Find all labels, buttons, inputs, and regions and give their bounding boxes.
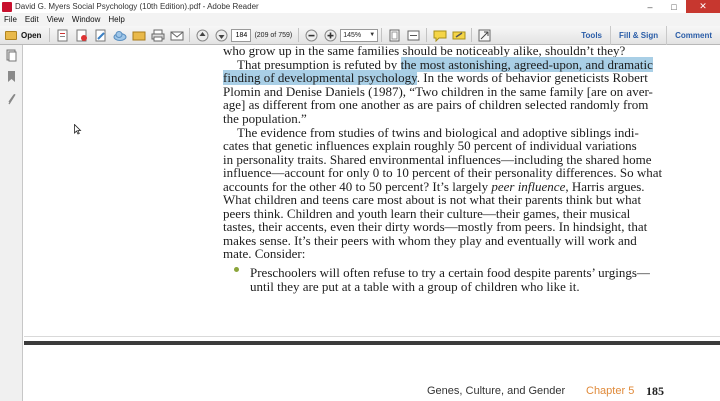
running-footer-chapter: Chapter 5 (586, 385, 635, 397)
read-mode-button[interactable] (476, 27, 493, 43)
highlighted-text[interactable]: finding of developmental psychology (223, 70, 417, 85)
toolbar-separator (381, 28, 383, 42)
fit-page-button[interactable] (386, 27, 403, 43)
previous-page-button[interactable] (194, 27, 211, 43)
close-button[interactable]: ✕ (686, 0, 720, 13)
menu-bar: File Edit View Window Help (0, 13, 720, 26)
edit-pdf-button[interactable] (92, 27, 109, 43)
text-line: finding of developmental psychology. In … (223, 70, 648, 85)
list-item-text: Preschoolers will often refuse to try a … (250, 265, 650, 280)
comment-button[interactable] (431, 27, 448, 43)
arrow-up-icon (196, 29, 209, 41)
create-pdf-icon (57, 29, 68, 41)
print-button[interactable] (149, 27, 166, 43)
window-controls: – □ ✕ (638, 0, 720, 13)
maximize-button[interactable]: □ (662, 0, 686, 13)
zoom-out-button[interactable] (303, 27, 320, 43)
attachments-icon[interactable] (5, 93, 17, 106)
zoom-in-button[interactable] (322, 27, 339, 43)
navigation-pane (0, 45, 23, 401)
page-count: (209 of 759) (254, 31, 293, 39)
title-bar: David G. Myers Social Psychology (10th E… (0, 0, 720, 13)
envelope-icon (170, 31, 184, 40)
store-files-button[interactable] (130, 27, 147, 43)
window-title: David G. Myers Social Psychology (10th E… (15, 2, 259, 11)
menu-help[interactable]: Help (104, 15, 128, 24)
edit-pdf-icon (95, 29, 106, 41)
adobe-reader-icon (2, 1, 12, 12)
comment-bubble-icon (433, 30, 447, 42)
zoom-value: 145% (343, 31, 362, 39)
email-button[interactable] (168, 27, 185, 43)
pages-icon[interactable] (5, 49, 17, 62)
page-bottom-edge (24, 336, 720, 337)
fit-width-button[interactable] (405, 27, 422, 43)
plus-circle-icon (324, 29, 337, 41)
comment-link[interactable]: Comment (666, 26, 720, 45)
printer-icon (151, 29, 165, 41)
text-line: influence—account for only 0 to 10 perce… (223, 165, 663, 180)
menu-file[interactable]: File (0, 15, 21, 24)
bookmarks-icon[interactable] (5, 70, 17, 83)
mouse-cursor-icon (74, 124, 82, 135)
highlighter-icon (452, 31, 466, 39)
page-number-input[interactable] (231, 28, 252, 42)
text-line: mate. Consider: (223, 246, 306, 261)
highlight-button[interactable] (450, 27, 467, 43)
next-page-button[interactable] (213, 27, 230, 43)
export-pdf-icon (76, 29, 88, 41)
text-line: the population.” (223, 111, 307, 126)
cloud-icon (113, 30, 127, 41)
toolbar-separator (471, 28, 473, 42)
menu-window[interactable]: Window (68, 15, 104, 24)
running-footer-section: Genes, Culture, and Gender (427, 385, 566, 397)
bullet-icon (234, 267, 239, 272)
create-pdf-button[interactable] (54, 27, 71, 43)
folder-icon (5, 30, 17, 40)
page-number: 185 (646, 384, 664, 398)
menu-view[interactable]: View (43, 15, 68, 24)
expand-icon (478, 29, 491, 41)
toolbar-separator (189, 28, 191, 42)
toolbar-separator (426, 28, 428, 42)
minimize-button[interactable]: – (638, 0, 662, 13)
menu-edit[interactable]: Edit (21, 15, 43, 24)
text-line: age] as different from one another as ar… (223, 97, 649, 112)
list-item-text: until they are put at a table with a gro… (250, 279, 580, 294)
toolbar-separator (49, 28, 51, 42)
folder-cloud-icon (132, 31, 146, 40)
text-line: What children and teens care most about … (223, 192, 642, 207)
text-line: tastes, their accents, even their dirty … (223, 219, 648, 234)
chevron-down-icon: ▼ (369, 32, 376, 38)
page-separator (24, 341, 720, 345)
open-label: Open (21, 30, 42, 40)
toolbar-separator (298, 28, 300, 42)
text-line: who grow up in the same families should … (223, 43, 626, 58)
arrow-down-icon (215, 29, 228, 41)
fit-width-icon (407, 30, 420, 40)
minus-circle-icon (305, 29, 318, 41)
send-files-button[interactable] (111, 27, 128, 43)
text-line: cates that genetic influences explain ro… (223, 138, 637, 153)
fit-page-icon (389, 29, 400, 41)
zoom-select[interactable]: 145% ▼ (340, 28, 379, 42)
open-button[interactable]: Open (1, 27, 45, 43)
text-span: . In the words of behavior geneticists R… (416, 70, 648, 85)
export-pdf-button[interactable] (73, 27, 90, 43)
